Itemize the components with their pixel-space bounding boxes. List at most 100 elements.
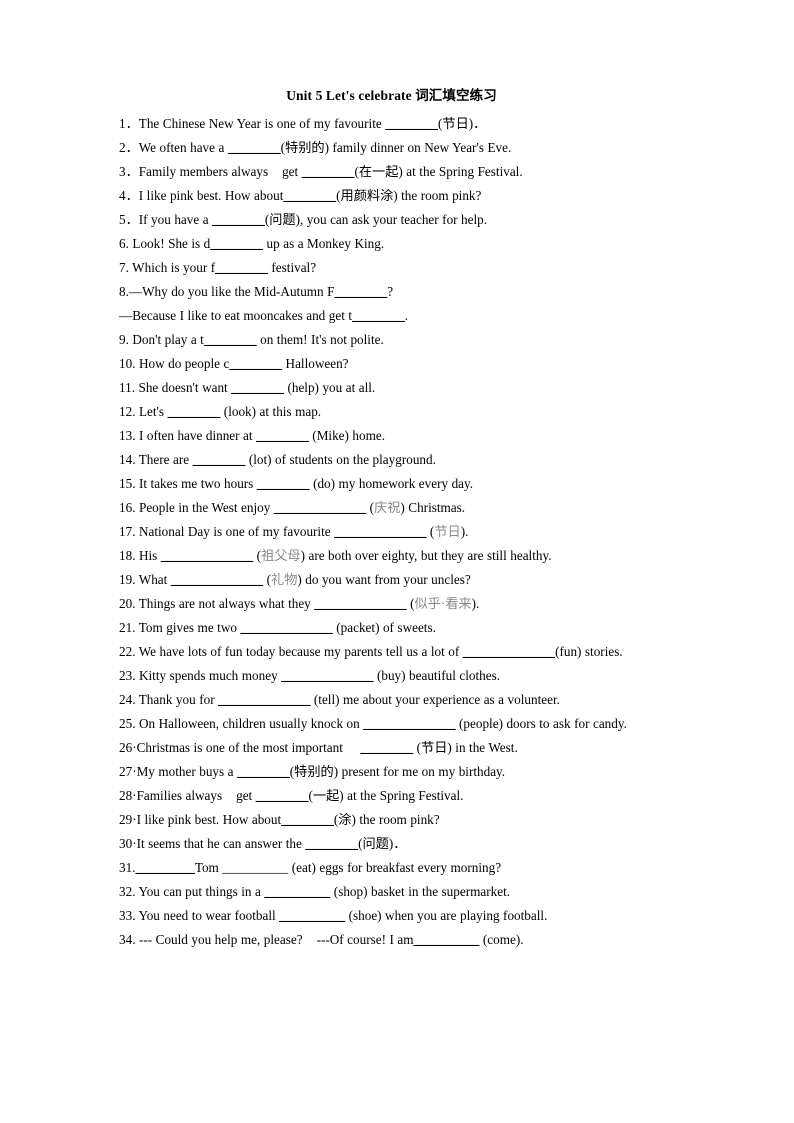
question-text-suffix: (庆祝) Christmas.	[366, 500, 466, 515]
question-text-suffix: .	[404, 308, 409, 323]
question-text-prefix: 1．The Chinese New Year is one of my favo…	[119, 116, 386, 131]
question-text-prefix: 11. She doesn't want	[119, 380, 232, 395]
answer-blank[interactable]: ________	[215, 260, 268, 275]
question-line: 14. There are ________ (lot) of students…	[119, 448, 679, 472]
question-line: 29·I like pink best. How about________(涂…	[119, 808, 679, 832]
question-text-prefix: 10. How do people c	[119, 356, 230, 371]
question-text-suffix: (packet) of sweets.	[332, 620, 436, 635]
question-line: 1．The Chinese New Year is one of my favo…	[119, 112, 679, 136]
question-text-prefix: 15. It takes me two hours	[119, 476, 257, 491]
question-text-suffix: (问题)．	[358, 836, 407, 851]
question-line: 12. Let's ________ (look) at this map.	[119, 400, 679, 424]
answer-blank[interactable]: ________	[281, 812, 334, 827]
answer-blank[interactable]: ________	[360, 740, 413, 755]
answer-blank[interactable]: ______________	[218, 692, 310, 707]
question-line: 28·Families always get ________(一起) at t…	[119, 784, 679, 808]
answer-blank[interactable]: ________	[256, 788, 309, 803]
question-text-suffix: (特别的) family dinner on New Year's Eve.	[280, 140, 512, 155]
question-text-prefix: 33. You need to wear football	[119, 908, 280, 923]
answer-blank[interactable]: ______________	[171, 572, 263, 587]
worksheet-page: Unit 5 Let's celebrate 词汇填空练习 1．The Chin…	[0, 0, 794, 1123]
question-text-prefix: 21. Tom gives me two	[119, 620, 241, 635]
question-text-prefix: 5．If you have a	[119, 212, 213, 227]
question-text-prefix: 28·Families always get	[119, 788, 256, 803]
question-text-suffix: (shoe) when you are playing football.	[345, 908, 548, 923]
answer-blank[interactable]: ________	[237, 764, 290, 779]
question-text-suffix: (一起) at the Spring Festival.	[308, 788, 464, 803]
answer-blank[interactable]: ______________	[463, 644, 555, 659]
question-text-suffix: festival?	[267, 260, 317, 275]
answer-blank[interactable]: __________	[413, 932, 479, 947]
question-text-prefix: 20. Things are not always what they	[119, 596, 315, 611]
answer-blank[interactable]: ______________	[240, 620, 332, 635]
question-line: 25. On Halloween, children usually knock…	[119, 712, 679, 736]
answer-blank[interactable]: ________	[229, 356, 282, 371]
answer-blank[interactable]: ________	[168, 404, 221, 419]
answer-blank[interactable]: ________	[385, 116, 438, 131]
question-text-suffix: (节日)．	[437, 116, 487, 131]
answer-blank[interactable]: ________	[212, 212, 265, 227]
answer-blank[interactable]: ______________	[274, 500, 366, 515]
question-text-suffix: (shop) basket in the supermarket.	[330, 884, 511, 899]
question-text-suffix: (问题), you can ask your teacher for help.	[264, 212, 488, 227]
question-line: 2．We often have a ________(特别的) family d…	[119, 136, 679, 160]
chinese-hint: 庆祝	[374, 500, 401, 515]
question-line: 27·My mother buys a ________(特别的) presen…	[119, 760, 679, 784]
question-text-prefix: 24. Thank you for	[119, 692, 219, 707]
answer-blank[interactable]: ________	[352, 308, 405, 323]
answer-blank[interactable]: ________	[302, 164, 355, 179]
question-line: 17. National Day is one of my favourite …	[119, 520, 679, 544]
question-text-suffix: on them! It's not polite.	[256, 332, 384, 347]
question-text-prefix: 27·My mother buys a	[119, 764, 238, 779]
question-text-prefix: 13. I often have dinner at	[119, 428, 257, 443]
answer-blank[interactable]: ______________	[363, 716, 455, 731]
question-text-suffix: (节日).	[426, 524, 469, 539]
answer-blank[interactable]: ______________	[314, 596, 406, 611]
question-text-suffix: (fun) stories.	[555, 644, 623, 659]
question-text-suffix: Halloween?	[282, 356, 349, 371]
answer-blank[interactable]: ________	[334, 284, 387, 299]
answer-blank[interactable]: _________	[135, 860, 194, 875]
question-text-suffix: (祖父母) are both over eighty, but they are…	[253, 548, 552, 563]
answer-blank[interactable]: ______________	[281, 668, 373, 683]
question-line: 7. Which is your f________ festival?	[119, 256, 679, 280]
question-line: 23. Kitty spends much money ____________…	[119, 664, 679, 688]
question-text-suffix: Tom __________ (eat) eggs for breakfast …	[194, 860, 502, 875]
question-list: 1．The Chinese New Year is one of my favo…	[119, 112, 679, 952]
question-line: 33. You need to wear football __________…	[119, 904, 679, 928]
question-text-suffix: (people) doors to ask for candy.	[455, 716, 627, 731]
answer-blank[interactable]: ______________	[334, 524, 426, 539]
answer-blank[interactable]: ________	[231, 380, 284, 395]
answer-blank[interactable]: ________	[283, 188, 336, 203]
question-text-prefix: 34. --- Could you help me, please? ---Of…	[119, 932, 414, 947]
question-line: 13. I often have dinner at ________ (Mik…	[119, 424, 679, 448]
question-text-prefix: 3．Family members always get	[119, 164, 302, 179]
question-text-prefix: 2．We often have a	[119, 140, 228, 155]
chinese-hint: 祖父母	[261, 548, 301, 563]
answer-blank[interactable]: ________	[257, 476, 310, 491]
question-line: 15. It takes me two hours ________ (do) …	[119, 472, 679, 496]
question-text-prefix: 6. Look! She is d	[119, 236, 211, 251]
answer-blank[interactable]: ________	[204, 332, 257, 347]
question-line: 24. Thank you for ______________ (tell) …	[119, 688, 679, 712]
answer-blank[interactable]: ________	[256, 428, 309, 443]
question-text-prefix: 16. People in the West enjoy	[119, 500, 274, 515]
answer-blank[interactable]: __________	[279, 908, 345, 923]
answer-blank[interactable]: ________	[305, 836, 358, 851]
question-line: 32. You can put things in a __________ (…	[119, 880, 679, 904]
question-line: 20. Things are not always what they ____…	[119, 592, 679, 616]
question-text-suffix: (似乎·看来).	[406, 596, 480, 611]
answer-blank[interactable]: ______________	[161, 548, 253, 563]
question-line: 19. What ______________ (礼物) do you want…	[119, 568, 679, 592]
question-text-prefix: 23. Kitty spends much money	[119, 668, 282, 683]
question-text-suffix: (lot) of students on the playground.	[245, 452, 436, 467]
answer-blank[interactable]: ________	[193, 452, 246, 467]
question-line: 6. Look! She is d________ up as a Monkey…	[119, 232, 679, 256]
answer-blank[interactable]: __________	[264, 884, 330, 899]
question-line: 34. --- Could you help me, please? ---Of…	[119, 928, 679, 952]
answer-blank[interactable]: ________	[210, 236, 263, 251]
question-text-prefix: 22. We have lots of fun today because my…	[119, 644, 463, 659]
chinese-hint: 礼物	[271, 572, 298, 587]
answer-blank[interactable]: ________	[228, 140, 281, 155]
question-line: 22. We have lots of fun today because my…	[119, 640, 679, 664]
